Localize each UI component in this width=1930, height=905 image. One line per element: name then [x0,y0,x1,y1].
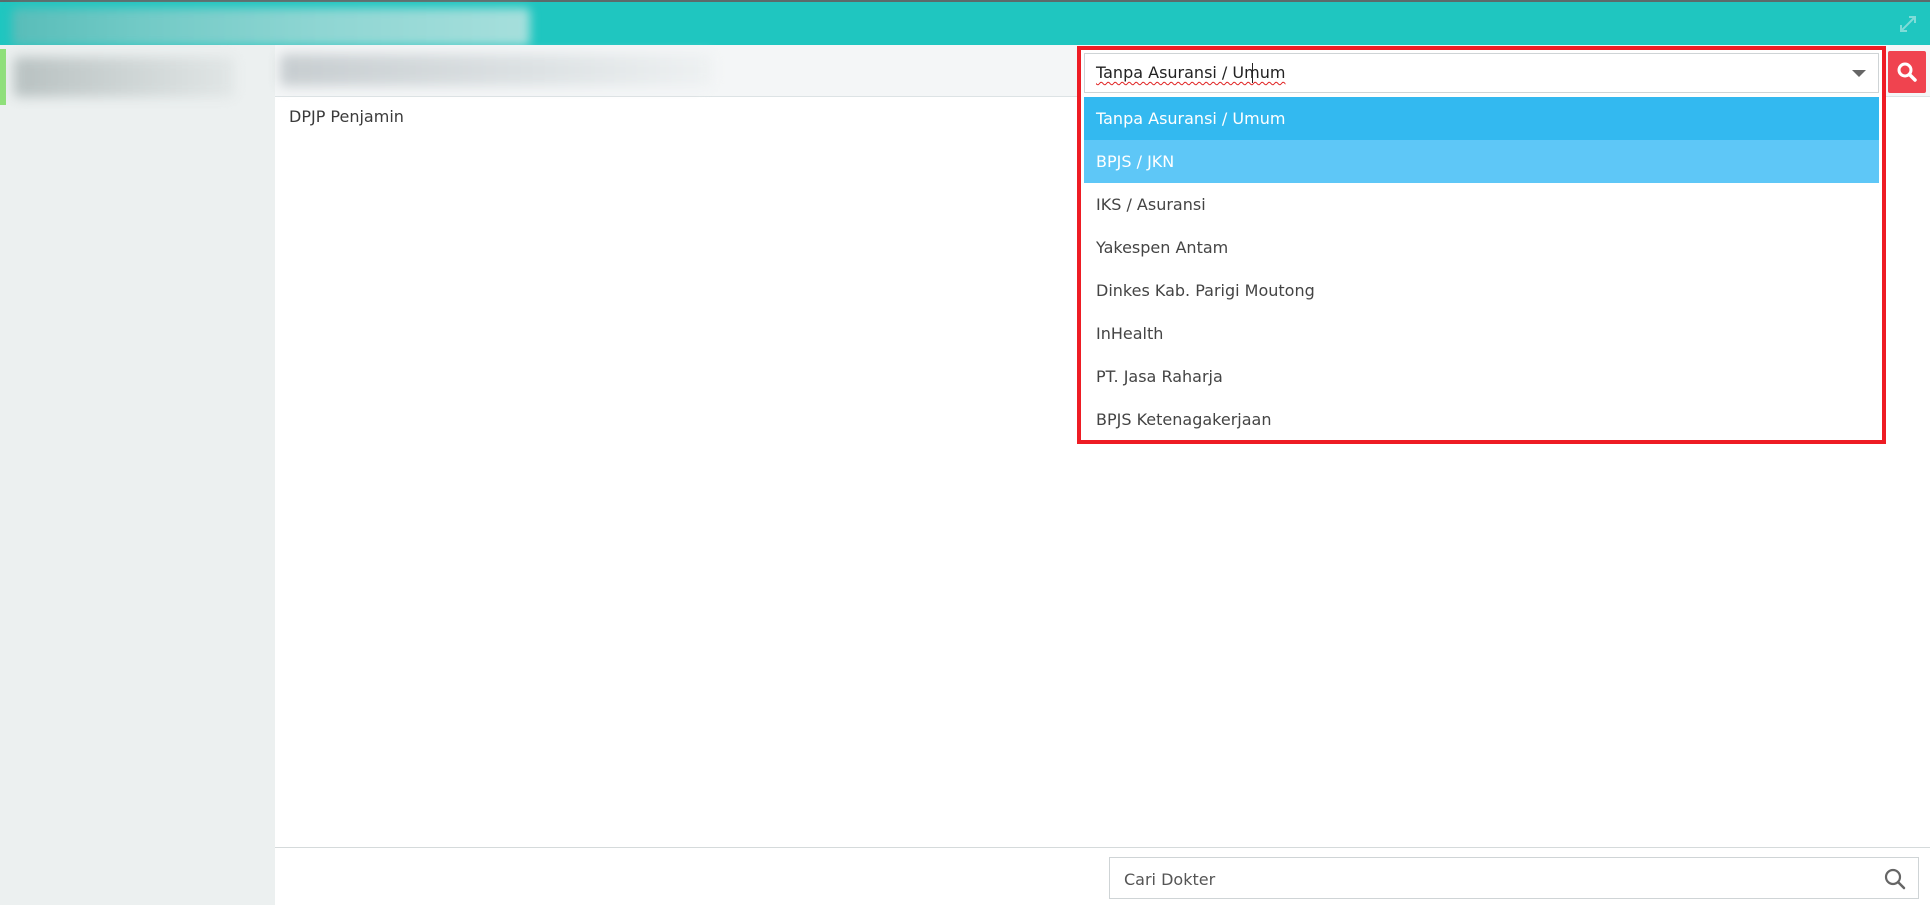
top-bar [0,0,1930,46]
penjamin-options: Tanpa Asuransi / Umum BPJS / JKN IKS / A… [1084,97,1879,441]
active-accent [0,49,6,105]
search-icon[interactable] [1884,868,1906,894]
option-yakespen-antam[interactable]: Yakespen Antam [1084,226,1879,269]
footer-divider [275,847,1930,848]
option-tanpa-asuransi[interactable]: Tanpa Asuransi / Umum [1084,97,1879,140]
text-caret [1252,63,1253,83]
option-jasa-raharja[interactable]: PT. Jasa Raharja [1084,355,1879,398]
doctor-search-input[interactable] [1122,858,1866,900]
doctor-search-field[interactable] [1109,857,1919,900]
search-icon [1897,62,1917,82]
blurred-patient-info [14,57,234,97]
search-button[interactable] [1888,51,1926,93]
option-iks-asuransi[interactable]: IKS / Asuransi [1084,183,1879,226]
left-panel [0,45,275,905]
penjamin-select[interactable]: Tanpa Asuransi / Umum [1084,53,1879,93]
option-dinkes-parigi-moutong[interactable]: Dinkes Kab. Parigi Moutong [1084,269,1879,312]
blurred-header-info [280,54,712,86]
option-inhealth[interactable]: InHealth [1084,312,1879,355]
chevron-down-icon[interactable] [1852,70,1866,77]
option-bpjs-jkn[interactable]: BPJS / JKN [1084,140,1879,183]
section-label: DPJP Penjamin [289,107,404,126]
blurred-title [12,8,530,46]
penjamin-dropdown: Tanpa Asuransi / Umum Tanpa Asuransi / U… [1077,46,1886,444]
penjamin-select-value: Tanpa Asuransi / Umum [1096,63,1286,82]
option-bpjs-ketenagakerjaan[interactable]: BPJS Ketenagakerjaan [1084,398,1879,441]
expand-icon[interactable] [1898,14,1918,34]
